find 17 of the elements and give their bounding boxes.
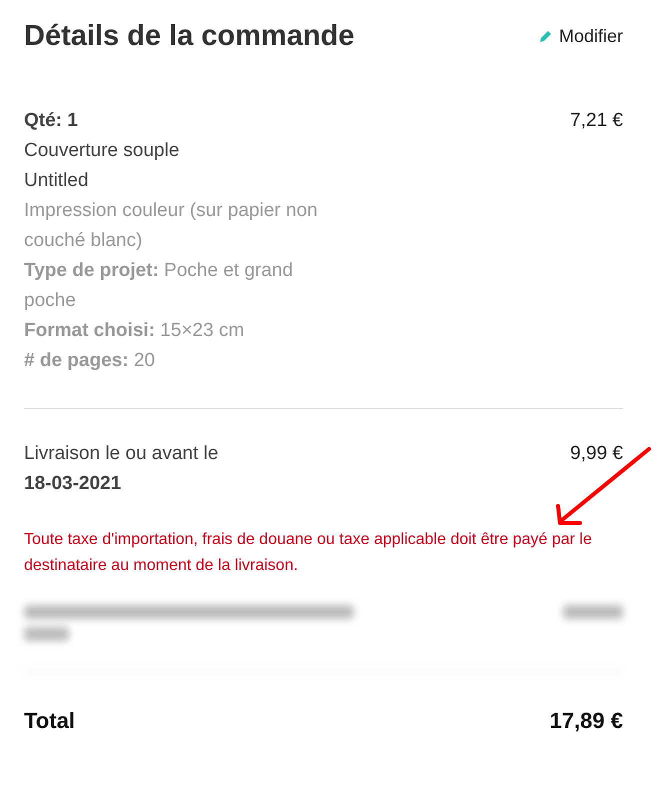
total-amount: 17,89 € bbox=[550, 707, 623, 735]
pencil-icon bbox=[538, 29, 553, 43]
item-detail: # de pages: 20 bbox=[24, 349, 156, 373]
item-detail: Format choisi: 15×23 cm bbox=[24, 319, 246, 343]
total-label: Total bbox=[24, 707, 75, 735]
item-price: 7,21 € bbox=[570, 109, 623, 133]
delivery-date: 18-03-2021 bbox=[24, 472, 122, 496]
item-detail: Type de projet: Poche et grand poche bbox=[24, 259, 294, 313]
customs-notice: Toute taxe d'importation, frais de douane ou taxe applicable doit être payé par le destinataire au moment de la livraison. bbox=[24, 530, 593, 576]
edit-link[interactable]: Modifier bbox=[538, 26, 623, 46]
item-detail: Impression couleur (sur papier non couché blanc) bbox=[24, 199, 319, 253]
item-detail: Couverture souple bbox=[24, 139, 180, 163]
delivery-price: 9,99 € bbox=[570, 442, 623, 466]
item-detail: Untitled bbox=[24, 169, 90, 193]
delivery-label: Livraison le ou avant le bbox=[24, 442, 218, 466]
item-detail: Qté: 1 bbox=[24, 109, 79, 133]
page-title: Détails de la commande bbox=[24, 20, 354, 52]
